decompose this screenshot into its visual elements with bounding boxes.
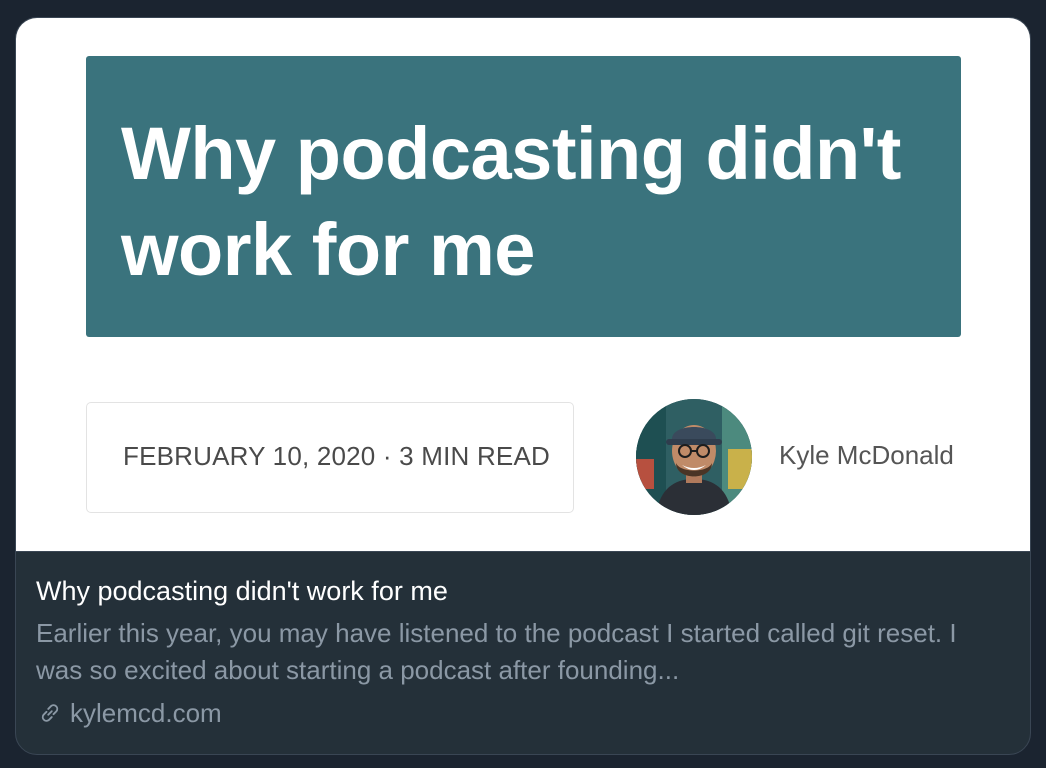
date-read-text: FEBRUARY 10, 2020 · 3 MIN READ [123, 441, 550, 471]
date-read-box: FEBRUARY 10, 2020 · 3 MIN READ [86, 402, 574, 513]
hero-title: Why podcasting didn't work for me [121, 112, 901, 291]
link-domain[interactable]: kylemcd.com [70, 695, 222, 731]
link-description: Earlier this year, you may have listened… [36, 618, 957, 685]
link-title[interactable]: Why podcasting didn't work for me [36, 573, 1016, 609]
link-meta[interactable]: Why podcasting didn't work for me Earlie… [36, 573, 1016, 731]
hero-banner: Why podcasting didn't work for me [86, 56, 961, 337]
avatar-image [636, 399, 752, 515]
link-icon [41, 704, 59, 722]
author-name: Kyle McDonald [779, 440, 954, 470]
link-domain-row[interactable]: kylemcd.com [36, 695, 1016, 731]
link-preview-image[interactable]: Why podcasting didn't work for me FEBRUA… [16, 18, 1030, 552]
avatar [636, 399, 752, 515]
link-card[interactable]: Why podcasting didn't work for me FEBRUA… [15, 17, 1031, 755]
